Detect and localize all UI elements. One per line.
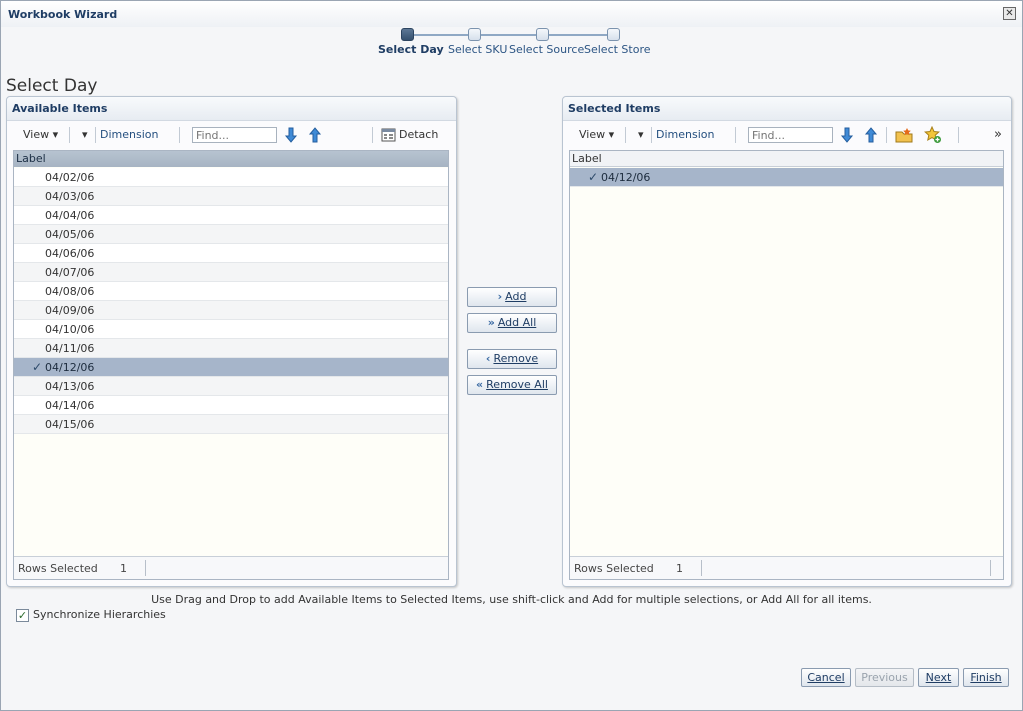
step-select-store[interactable]: Select Store bbox=[584, 43, 651, 56]
add-button[interactable]: › Add bbox=[467, 287, 557, 307]
selected-footer: Rows Selected 1 bbox=[570, 556, 1003, 579]
panel-header: Selected Items bbox=[563, 97, 1011, 121]
find-next-icon[interactable] bbox=[282, 126, 300, 144]
finish-button[interactable]: Finish bbox=[963, 668, 1009, 687]
rows-selected-label: Rows Selected bbox=[18, 562, 98, 575]
row-label: 04/06/06 bbox=[45, 247, 95, 260]
remove-button[interactable]: ‹ Remove bbox=[467, 349, 557, 369]
row-label: 04/11/06 bbox=[45, 342, 95, 355]
window-title: Workbook Wizard bbox=[8, 8, 118, 21]
detach-icon[interactable] bbox=[380, 126, 398, 144]
train-connector bbox=[474, 34, 538, 36]
find-input[interactable] bbox=[748, 127, 833, 143]
add-all-button[interactable]: » Add All bbox=[467, 313, 557, 333]
step-select-day[interactable]: Select Day bbox=[378, 43, 444, 56]
table-row[interactable]: 04/07/06 bbox=[14, 263, 448, 282]
dimension-menu[interactable]: Dimension bbox=[100, 124, 158, 146]
row-label: 04/15/06 bbox=[45, 418, 95, 431]
table-row[interactable]: 04/08/06 bbox=[14, 282, 448, 301]
table-row[interactable]: 04/06/06 bbox=[14, 244, 448, 263]
row-label: 04/12/06 bbox=[601, 171, 651, 184]
row-label: 04/05/06 bbox=[45, 228, 95, 241]
find-previous-icon[interactable] bbox=[306, 126, 324, 144]
selected-items-table: Label ✓ 04/12/06 Rows Selected 1 bbox=[569, 150, 1004, 580]
row-label: 04/09/06 bbox=[45, 304, 95, 317]
next-button[interactable]: Next bbox=[918, 668, 959, 687]
instructions-text: Use Drag and Drop to add Available Items… bbox=[151, 593, 872, 606]
row-label: 04/12/06 bbox=[45, 361, 95, 374]
rows-selected-label: Rows Selected bbox=[574, 562, 654, 575]
table-row[interactable]: 04/13/06 bbox=[14, 377, 448, 396]
selected-items-panel: Selected Items View ▾ ▾ Dimension Find..… bbox=[562, 96, 1012, 587]
detach-button[interactable]: Detach bbox=[399, 124, 438, 146]
add-favorite-icon[interactable] bbox=[924, 126, 942, 144]
row-label: 04/07/06 bbox=[45, 266, 95, 279]
find-previous-icon[interactable] bbox=[862, 126, 880, 144]
dimension-dropdown-icon[interactable]: ▾ bbox=[82, 124, 88, 146]
checkbox-checked-icon[interactable]: ✓ bbox=[16, 608, 29, 622]
train-connector bbox=[542, 34, 614, 36]
row-label: 04/14/06 bbox=[45, 399, 95, 412]
find-next-icon[interactable] bbox=[838, 126, 856, 144]
available-items-panel: Available Items View ▾ ▾ Dimension Find.… bbox=[6, 96, 457, 587]
rows-selected-count: 1 bbox=[676, 562, 683, 575]
selected-items-title: Selected Items bbox=[568, 102, 661, 115]
table-row[interactable]: 04/15/06 bbox=[14, 415, 448, 434]
step-select-store-icon[interactable] bbox=[607, 28, 620, 41]
remove-all-button[interactable]: «Remove All bbox=[467, 375, 557, 395]
table-row[interactable]: 04/02/06 bbox=[14, 168, 448, 187]
synchronize-hierarchies-checkbox[interactable]: ✓ Synchronize Hierarchies bbox=[16, 608, 166, 622]
table-row[interactable]: 04/09/06 bbox=[14, 301, 448, 320]
table-row[interactable]: 04/14/06 bbox=[14, 396, 448, 415]
step-select-day-icon[interactable] bbox=[401, 28, 414, 41]
title-bar: Workbook Wizard ✕ bbox=[1, 1, 1022, 27]
checkmark-icon: ✓ bbox=[588, 170, 599, 184]
wizard-train: Select Day Select SKU Select Source Sele… bbox=[371, 27, 661, 67]
table-row[interactable]: 04/04/06 bbox=[14, 206, 448, 225]
column-header-label[interactable]: Label bbox=[14, 151, 448, 167]
panel-header: Available Items bbox=[7, 97, 456, 121]
view-menu[interactable]: View ▾ bbox=[579, 124, 614, 146]
step-select-sku-icon[interactable] bbox=[468, 28, 481, 41]
available-items-table: Label 04/02/06 04/03/06 04/04/06 04/05/06 04… bbox=[13, 150, 449, 580]
available-toolbar: View ▾ ▾ Dimension Detach bbox=[12, 124, 451, 146]
table-row[interactable]: 04/11/06 bbox=[14, 339, 448, 358]
find-input[interactable] bbox=[192, 127, 277, 143]
selected-toolbar: View ▾ ▾ Dimension » bbox=[568, 124, 1006, 146]
rows-selected-count: 1 bbox=[120, 562, 127, 575]
previous-button[interactable]: Previous bbox=[855, 668, 914, 687]
dimension-dropdown-icon[interactable]: ▾ bbox=[638, 124, 644, 146]
row-label: 04/08/06 bbox=[45, 285, 95, 298]
train-connector bbox=[408, 34, 472, 36]
table-row[interactable]: 04/03/06 bbox=[14, 187, 448, 206]
table-row[interactable]: 04/10/06 bbox=[14, 320, 448, 339]
table-row[interactable]: ✓ 04/12/06 bbox=[570, 168, 1003, 187]
table-row[interactable]: 04/05/06 bbox=[14, 225, 448, 244]
selected-rows: ✓ 04/12/06 bbox=[570, 168, 1003, 187]
column-header-label[interactable]: Label bbox=[570, 151, 1003, 167]
available-rows: 04/02/06 04/03/06 04/04/06 04/05/06 04/06/06… bbox=[14, 168, 448, 434]
step-select-source-icon[interactable] bbox=[536, 28, 549, 41]
workbook-wizard-window: Workbook Wizard ✕ Select Day Select SKU … bbox=[0, 0, 1023, 711]
cancel-button[interactable]: Cancel bbox=[801, 668, 851, 687]
available-items-title: Available Items bbox=[12, 102, 108, 115]
step-select-source[interactable]: Select Source bbox=[509, 43, 584, 56]
row-label: 04/04/06 bbox=[45, 209, 95, 222]
step-select-sku[interactable]: Select SKU bbox=[448, 43, 507, 56]
row-label: 04/02/06 bbox=[45, 171, 95, 184]
view-menu[interactable]: View ▾ bbox=[23, 124, 58, 146]
folder-favorite-icon[interactable] bbox=[895, 126, 913, 144]
checkmark-icon: ✓ bbox=[32, 360, 43, 374]
dimension-menu[interactable]: Dimension bbox=[656, 124, 714, 146]
available-footer: Rows Selected 1 bbox=[14, 556, 448, 579]
row-label: 04/13/06 bbox=[45, 380, 95, 393]
close-icon[interactable]: ✕ bbox=[1003, 7, 1016, 20]
row-label: 04/03/06 bbox=[45, 190, 95, 203]
more-toolbar-icon[interactable]: » bbox=[994, 124, 1002, 146]
row-label: 04/10/06 bbox=[45, 323, 95, 336]
page-title: Select Day bbox=[6, 76, 98, 96]
table-row[interactable]: ✓ 04/12/06 bbox=[14, 358, 448, 377]
